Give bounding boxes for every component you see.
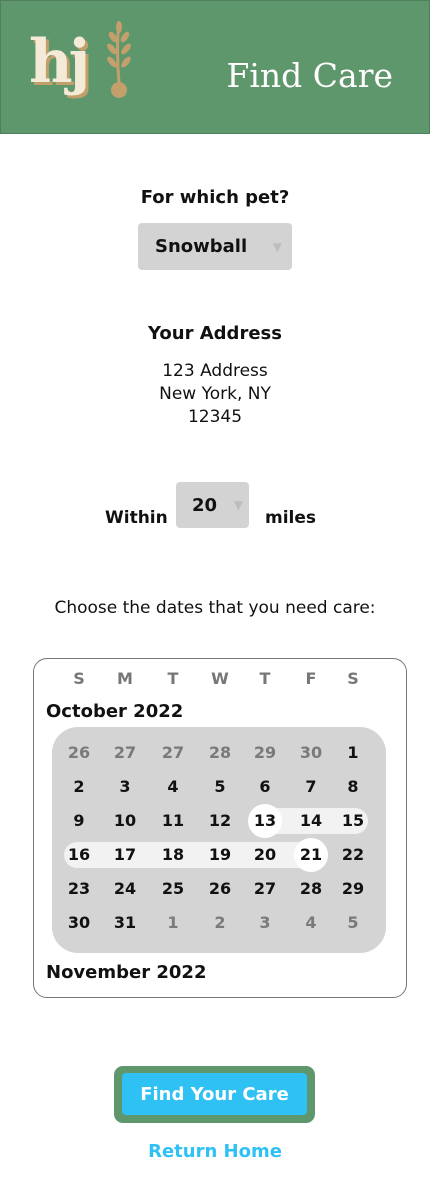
calendar-day[interactable]: 14 [296, 811, 326, 831]
calendar-day[interactable]: 26 [205, 879, 235, 899]
weekday-label: W [211, 669, 229, 688]
calendar-day[interactable]: 29 [338, 879, 368, 899]
calendar-day[interactable]: 28 [296, 879, 326, 899]
distance-select[interactable]: 20 ▼ [176, 482, 249, 528]
calendar-day[interactable]: 27 [110, 743, 140, 763]
address-line-2: New York, NY [159, 384, 271, 404]
calendar-day[interactable]: 15 [338, 811, 368, 831]
logo[interactable]: hj hj [29, 21, 139, 111]
weekday-label: T [167, 669, 179, 688]
calendar-day[interactable]: 11 [158, 811, 188, 831]
header-bar: hj hj Find Care [0, 0, 430, 134]
calendar-day[interactable]: 30 [296, 743, 326, 763]
calendar-day[interactable]: 1 [338, 743, 368, 763]
miles-label: miles [265, 508, 317, 528]
calendar-day-selected[interactable]: 21 [296, 845, 326, 865]
distance-row: Within 20 ▼ miles [0, 482, 430, 528]
calendar-day[interactable]: 27 [158, 743, 188, 763]
calendar-day[interactable]: 7 [296, 777, 326, 797]
logo-text: hj [29, 27, 90, 97]
calendar-day[interactable]: 18 [158, 845, 188, 865]
distance-select-value: 20 [192, 494, 218, 516]
date-picker: SMTWTFS October 2022 26 27 27 28 29 30 1 2 3 4 5 6 7… [33, 658, 407, 998]
weekday-label: F [305, 669, 317, 688]
month-title-current: October 2022 [46, 701, 184, 722]
calendar-day[interactable]: 8 [338, 777, 368, 797]
calendar-day[interactable]: 3 [250, 913, 280, 933]
find-care-button-frame: Find Your Care [114, 1066, 315, 1123]
calendar-day[interactable]: 27 [250, 879, 280, 899]
chevron-down-icon: ▼ [233, 498, 243, 512]
weekday-label: M [117, 669, 133, 688]
calendar-day[interactable]: 17 [110, 845, 140, 865]
chevron-down-icon: ▼ [272, 239, 282, 254]
calendar-day[interactable]: 5 [338, 913, 368, 933]
address-line-1: 123 Address [162, 361, 268, 381]
weekday-header: SMTWTFS [34, 669, 406, 689]
calendar-day[interactable]: 1 [158, 913, 188, 933]
month-title-next[interactable]: November 2022 [46, 962, 206, 983]
calendar-day[interactable]: 4 [158, 777, 188, 797]
calendar-day[interactable]: 23 [64, 879, 94, 899]
calendar-day[interactable]: 20 [250, 845, 280, 865]
calendar-day[interactable]: 9 [64, 811, 94, 831]
calendar-day[interactable]: 6 [250, 777, 280, 797]
address-line-3: 12345 [187, 407, 243, 427]
dates-prompt: Choose the dates that you need care: [54, 598, 376, 618]
calendar-day[interactable]: 5 [205, 777, 235, 797]
calendar-day-selected[interactable]: 13 [250, 811, 280, 831]
calendar-day[interactable]: 16 [64, 845, 94, 865]
calendar-day[interactable]: 28 [205, 743, 235, 763]
find-care-button[interactable]: Find Your Care [122, 1073, 307, 1115]
calendar-day[interactable]: 3 [110, 777, 140, 797]
return-home-link[interactable]: Return Home [0, 1141, 430, 1162]
within-label: Within [105, 508, 168, 528]
page-title: Find Care [226, 56, 393, 95]
calendar-day[interactable]: 25 [158, 879, 188, 899]
calendar-day[interactable]: 12 [205, 811, 235, 831]
day-grid: 26 27 27 28 29 30 1 2 3 4 5 6 7 8 9 10 11 12 13 14 15 16 17 18 1… [52, 727, 386, 953]
pet-select[interactable]: Snowball ▼ [138, 223, 292, 270]
calendar-day[interactable]: 2 [205, 913, 235, 933]
pet-label: For which pet? [140, 187, 290, 208]
weekday-label: T [259, 669, 271, 688]
weekday-label: S [347, 669, 359, 688]
weekday-label: S [73, 669, 85, 688]
pet-select-value: Snowball [155, 236, 248, 257]
calendar-day[interactable]: 31 [110, 913, 140, 933]
calendar-day[interactable]: 10 [110, 811, 140, 831]
address-block: 123 Address New York, NY 12345 [0, 360, 430, 429]
calendar-day[interactable]: 2 [64, 777, 94, 797]
selected-range-highlight [64, 842, 326, 868]
calendar-day[interactable]: 24 [110, 879, 140, 899]
address-label: Your Address [148, 323, 282, 344]
calendar-day[interactable]: 30 [64, 913, 94, 933]
leaf-icon [107, 21, 131, 98]
calendar-day[interactable]: 29 [250, 743, 280, 763]
calendar-day[interactable]: 26 [64, 743, 94, 763]
calendar-day[interactable]: 19 [205, 845, 235, 865]
calendar-day[interactable]: 22 [338, 845, 368, 865]
calendar-day[interactable]: 4 [296, 913, 326, 933]
